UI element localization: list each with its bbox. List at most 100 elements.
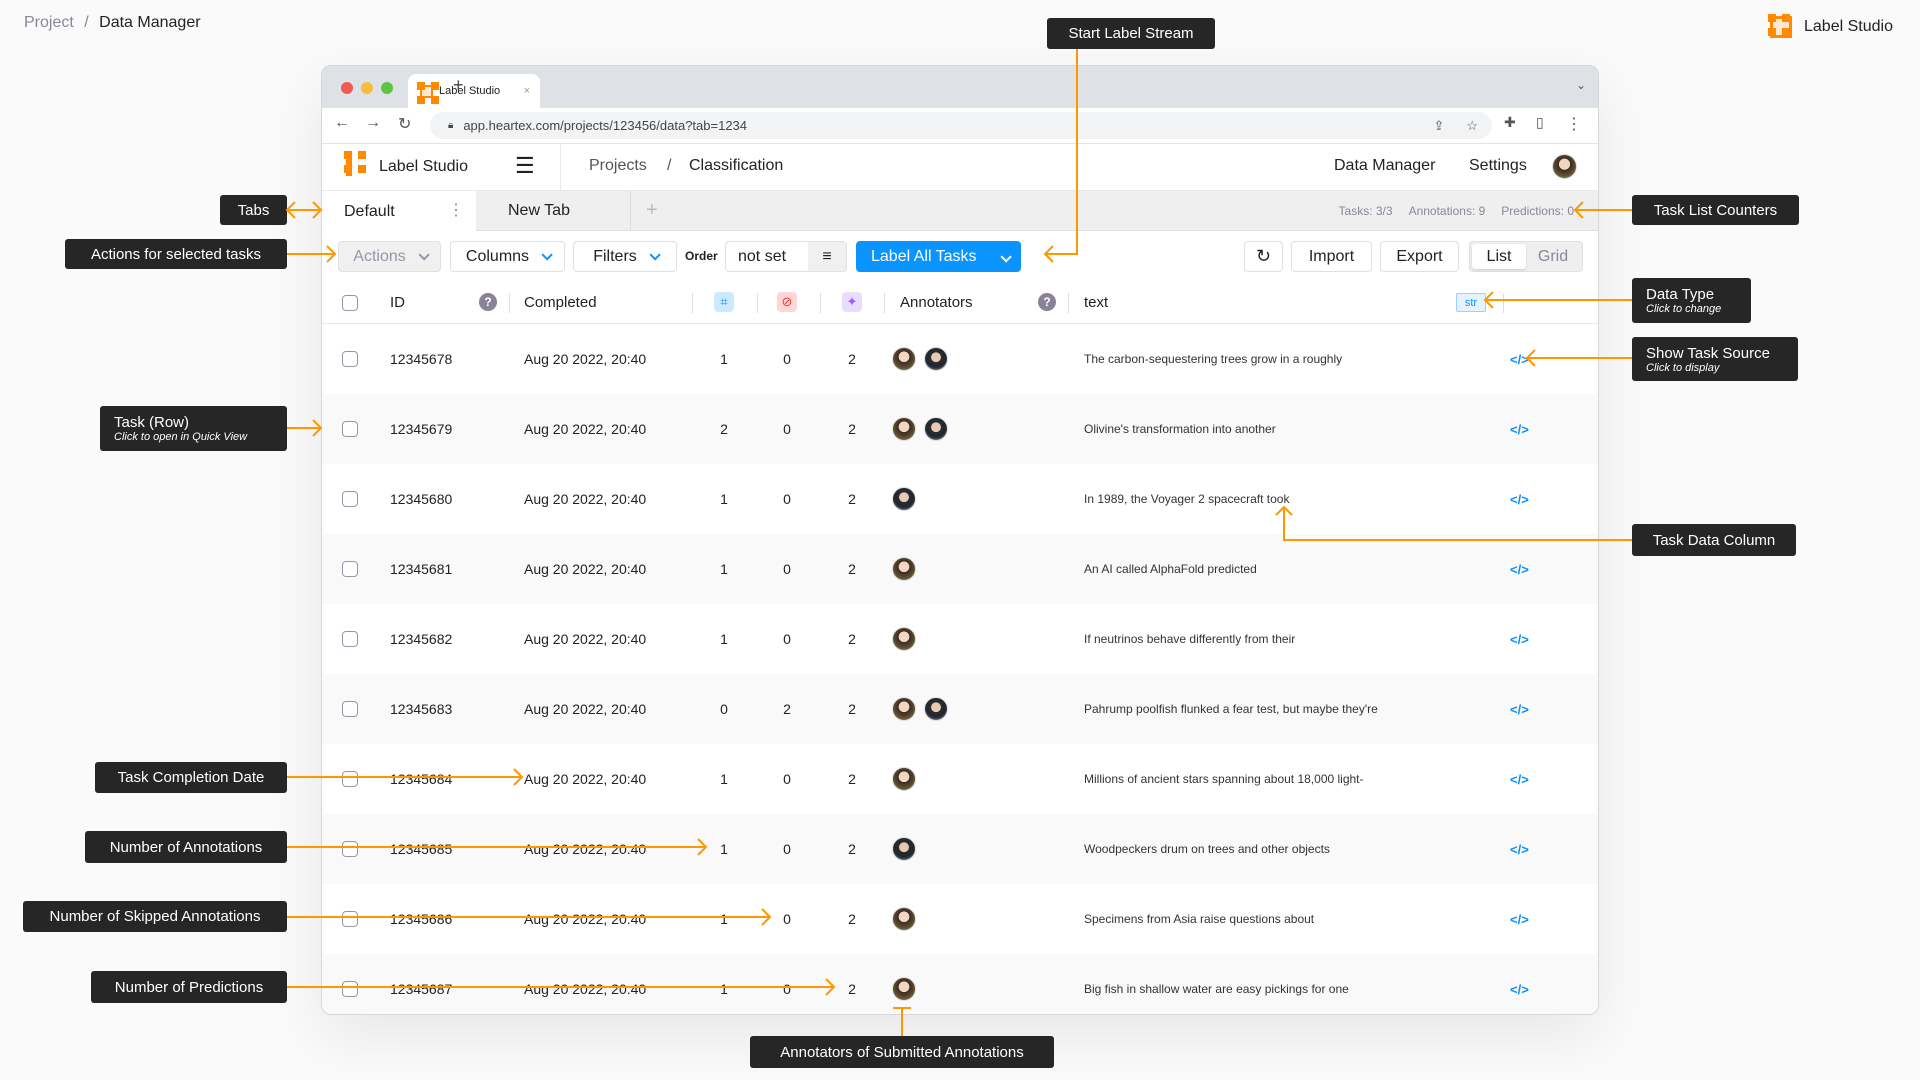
project-name[interactable]: Classification: [689, 157, 783, 175]
annotator-avatar[interactable]: [892, 487, 916, 511]
row-checkbox[interactable]: [342, 954, 358, 1014]
annotator-avatar[interactable]: [892, 347, 916, 371]
annotations-count-icon[interactable]: ⌗: [714, 292, 734, 312]
share-icon[interactable]: ⇪: [1433, 118, 1444, 134]
new-tab-icon[interactable]: +: [453, 75, 464, 96]
show-source-code-icon[interactable]: </>: [1510, 394, 1529, 464]
column-divider[interactable]: [1068, 293, 1069, 313]
side-panel-icon[interactable]: ▯: [1536, 114, 1544, 131]
annotator-avatar[interactable]: [892, 907, 916, 931]
breadcrumb-parent[interactable]: Project: [24, 14, 74, 31]
export-button[interactable]: Export: [1380, 241, 1459, 272]
view-list-button[interactable]: List: [1472, 244, 1526, 269]
back-icon[interactable]: ←: [334, 114, 350, 132]
table-row[interactable]: 12345680 Aug 20 2022, 20:40 1 0 2 In 198…: [322, 464, 1598, 534]
show-source-code-icon[interactable]: </>: [1510, 744, 1529, 814]
tab-list-chevron-icon[interactable]: ⌄: [1576, 78, 1586, 92]
row-checkbox[interactable]: [342, 464, 358, 534]
column-id[interactable]: ID: [390, 281, 405, 324]
tab-default[interactable]: Default ⋮: [322, 191, 476, 232]
table-row[interactable]: 12345681 Aug 20 2022, 20:40 1 0 2 An AI …: [322, 534, 1598, 604]
table-row[interactable]: 12345682 Aug 20 2022, 20:40 1 0 2 If neu…: [322, 604, 1598, 674]
column-annotators[interactable]: Annotators: [900, 281, 973, 324]
annotator-avatar[interactable]: [892, 627, 916, 651]
app-name[interactable]: Label Studio: [379, 158, 468, 176]
view-grid-button[interactable]: Grid: [1526, 248, 1580, 266]
table-row[interactable]: 12345679 Aug 20 2022, 20:40 2 0 2 Olivin…: [322, 394, 1598, 464]
column-divider[interactable]: [884, 293, 885, 313]
row-checkbox[interactable]: [342, 534, 358, 604]
close-window-icon[interactable]: [341, 82, 353, 94]
browser-menu-icon[interactable]: ⋮: [1566, 114, 1582, 134]
user-avatar[interactable]: [1552, 154, 1577, 179]
nav-settings[interactable]: Settings: [1469, 157, 1527, 175]
annotator-avatar[interactable]: [892, 557, 916, 581]
url-bar[interactable]: 🔒︎ app.heartex.com/projects/123456/data?…: [430, 112, 1492, 139]
row-checkbox[interactable]: [342, 744, 358, 814]
column-divider[interactable]: [820, 293, 821, 313]
column-text[interactable]: text: [1084, 281, 1108, 324]
annotator-avatar[interactable]: [924, 697, 948, 721]
import-button[interactable]: Import: [1291, 241, 1372, 272]
show-source-code-icon[interactable]: </>: [1510, 324, 1529, 394]
annotator-avatar[interactable]: [892, 417, 916, 441]
table-row[interactable]: 12345684 Aug 20 2022, 20:40 1 0 2 Millio…: [322, 744, 1598, 814]
nav-data-manager[interactable]: Data Manager: [1334, 157, 1435, 175]
column-divider[interactable]: [692, 293, 693, 313]
reload-icon[interactable]: ↻: [398, 114, 411, 134]
show-source-code-icon[interactable]: </>: [1510, 534, 1529, 604]
table-row[interactable]: 12345678 Aug 20 2022, 20:40 1 0 2 The ca…: [322, 324, 1598, 394]
hamburger-menu-icon[interactable]: ☰: [515, 153, 535, 179]
row-checkbox[interactable]: [342, 394, 358, 464]
label-all-tasks-button[interactable]: Label All Tasks: [856, 241, 1021, 272]
close-tab-icon[interactable]: ×: [524, 85, 530, 97]
chevron-down-icon[interactable]: [1000, 251, 1012, 263]
annotator-avatar[interactable]: [924, 417, 948, 441]
row-checkbox[interactable]: [342, 884, 358, 954]
browser-tab[interactable]: Label Studio ×: [408, 74, 540, 108]
projects-link[interactable]: Projects: [589, 157, 647, 175]
skipped-annotations-icon[interactable]: ⊘: [777, 292, 797, 312]
minimize-window-icon[interactable]: [361, 82, 373, 94]
column-completed[interactable]: Completed: [524, 281, 597, 324]
refresh-button[interactable]: ↻: [1244, 241, 1283, 272]
predictions-sparkle-icon[interactable]: ✦: [842, 292, 862, 312]
show-source-code-icon[interactable]: </>: [1510, 884, 1529, 954]
columns-dropdown[interactable]: Columns: [450, 241, 565, 272]
filters-dropdown[interactable]: Filters: [573, 241, 677, 272]
show-source-code-icon[interactable]: </>: [1510, 814, 1529, 884]
order-select[interactable]: not set ≡: [725, 241, 847, 272]
annotator-avatar[interactable]: [924, 347, 948, 371]
show-source-code-icon[interactable]: </>: [1510, 604, 1529, 674]
column-divider[interactable]: [757, 293, 758, 313]
column-divider[interactable]: [509, 293, 510, 313]
tab-options-icon[interactable]: ⋮: [448, 200, 464, 220]
row-checkbox[interactable]: [342, 814, 358, 884]
show-source-code-icon[interactable]: </>: [1510, 954, 1529, 1014]
sort-direction-icon[interactable]: ≡: [808, 242, 846, 271]
maximize-window-icon[interactable]: [381, 82, 393, 94]
help-icon[interactable]: ?: [479, 293, 497, 311]
tab-new-tab[interactable]: New Tab: [476, 191, 631, 231]
row-checkbox[interactable]: [342, 674, 358, 744]
show-source-code-icon[interactable]: </>: [1510, 674, 1529, 744]
column-divider[interactable]: [1503, 293, 1504, 313]
select-all-checkbox[interactable]: [342, 281, 358, 324]
table-row[interactable]: 12345686 Aug 20 2022, 20:40 1 0 2 Specim…: [322, 884, 1598, 954]
table-row[interactable]: 12345685 Aug 20 2022, 20:40 1 0 2 Woodpe…: [322, 814, 1598, 884]
actions-dropdown[interactable]: Actions: [338, 241, 441, 272]
data-type-badge[interactable]: str: [1456, 293, 1486, 312]
table-row[interactable]: 12345683 Aug 20 2022, 20:40 0 2 2 Pahrum…: [322, 674, 1598, 744]
annotator-avatar[interactable]: [892, 767, 916, 791]
help-icon[interactable]: ?: [1038, 293, 1056, 311]
annotator-avatar[interactable]: [892, 837, 916, 861]
add-tab-icon[interactable]: +: [646, 199, 658, 222]
bookmark-star-icon[interactable]: ☆: [1466, 118, 1478, 134]
table-row[interactable]: 12345687 Aug 20 2022, 20:40 1 0 2 Big fi…: [322, 954, 1598, 1014]
row-checkbox[interactable]: [342, 324, 358, 394]
show-source-code-icon[interactable]: </>: [1510, 464, 1529, 534]
extensions-icon[interactable]: ✚: [1504, 114, 1516, 131]
forward-icon[interactable]: →: [365, 114, 381, 132]
annotator-avatar[interactable]: [892, 977, 916, 1001]
annotator-avatar[interactable]: [892, 697, 916, 721]
